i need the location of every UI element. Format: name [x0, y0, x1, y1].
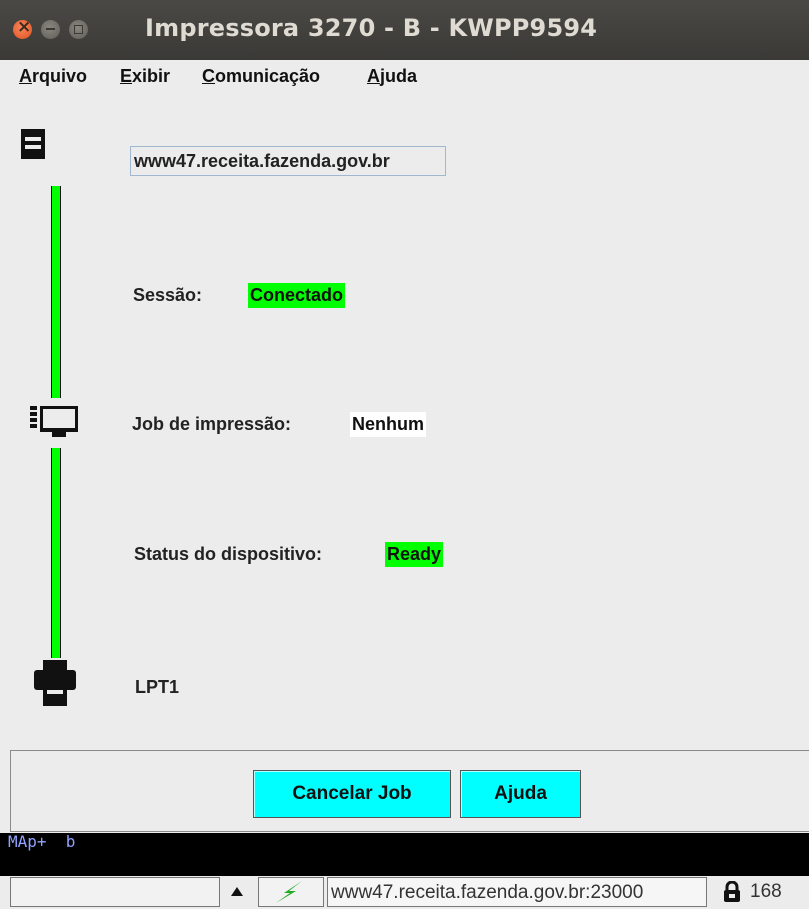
lock-icon: [724, 881, 740, 902]
status-bar: www47.receita.fazenda.gov.br:23000 168: [0, 876, 809, 909]
device-link-bar: [51, 448, 61, 658]
device-status-badge: Ready: [385, 542, 444, 567]
window-title: Impressora 3270 - B - KWPP9594: [145, 14, 598, 42]
session-label: Sessão:: [133, 285, 203, 305]
port-number: 168: [750, 881, 782, 902]
status-field: [10, 877, 220, 907]
menu-exibir[interactable]: Exibir: [120, 66, 170, 87]
menu-bar: Arquivo Exibir Comunicação Ajuda: [0, 60, 809, 94]
terminal-computer-icon: [30, 406, 78, 437]
operator-info-area: MAp+ b: [0, 833, 809, 876]
session-status-badge: Conectado: [248, 283, 346, 308]
title-bar: Impressora 3270 - B - KWPP9594: [0, 0, 809, 60]
host-address-field[interactable]: www47.receita.fazenda.gov.br: [130, 146, 446, 176]
cancel-job-button[interactable]: Cancelar Job: [253, 770, 451, 818]
connection-address-field: www47.receita.fazenda.gov.br:23000: [327, 877, 707, 907]
arrow-up-icon[interactable]: [231, 887, 243, 896]
lightning-icon: [276, 881, 302, 903]
help-button[interactable]: Ajuda: [460, 770, 581, 818]
menu-arquivo[interactable]: Arquivo: [19, 66, 87, 87]
device-status-label: Status do dispositivo:: [134, 544, 323, 564]
host-server-icon: [21, 129, 45, 159]
maximize-window-button[interactable]: [69, 20, 88, 39]
minimize-window-button[interactable]: [41, 20, 60, 39]
printer-icon: [34, 660, 76, 706]
host-session-link-bar: [51, 186, 61, 398]
menu-ajuda[interactable]: Ajuda: [367, 66, 417, 87]
oia-text: MAp+ b: [8, 832, 76, 851]
printer-port-label: LPT1: [135, 677, 180, 697]
menu-comunicacao[interactable]: Comunicação: [202, 66, 320, 87]
close-window-button[interactable]: [13, 17, 32, 39]
print-job-value: Nenhum: [350, 412, 426, 437]
print-job-label: Job de impressão:: [132, 414, 292, 434]
connection-indicator: [258, 877, 324, 907]
